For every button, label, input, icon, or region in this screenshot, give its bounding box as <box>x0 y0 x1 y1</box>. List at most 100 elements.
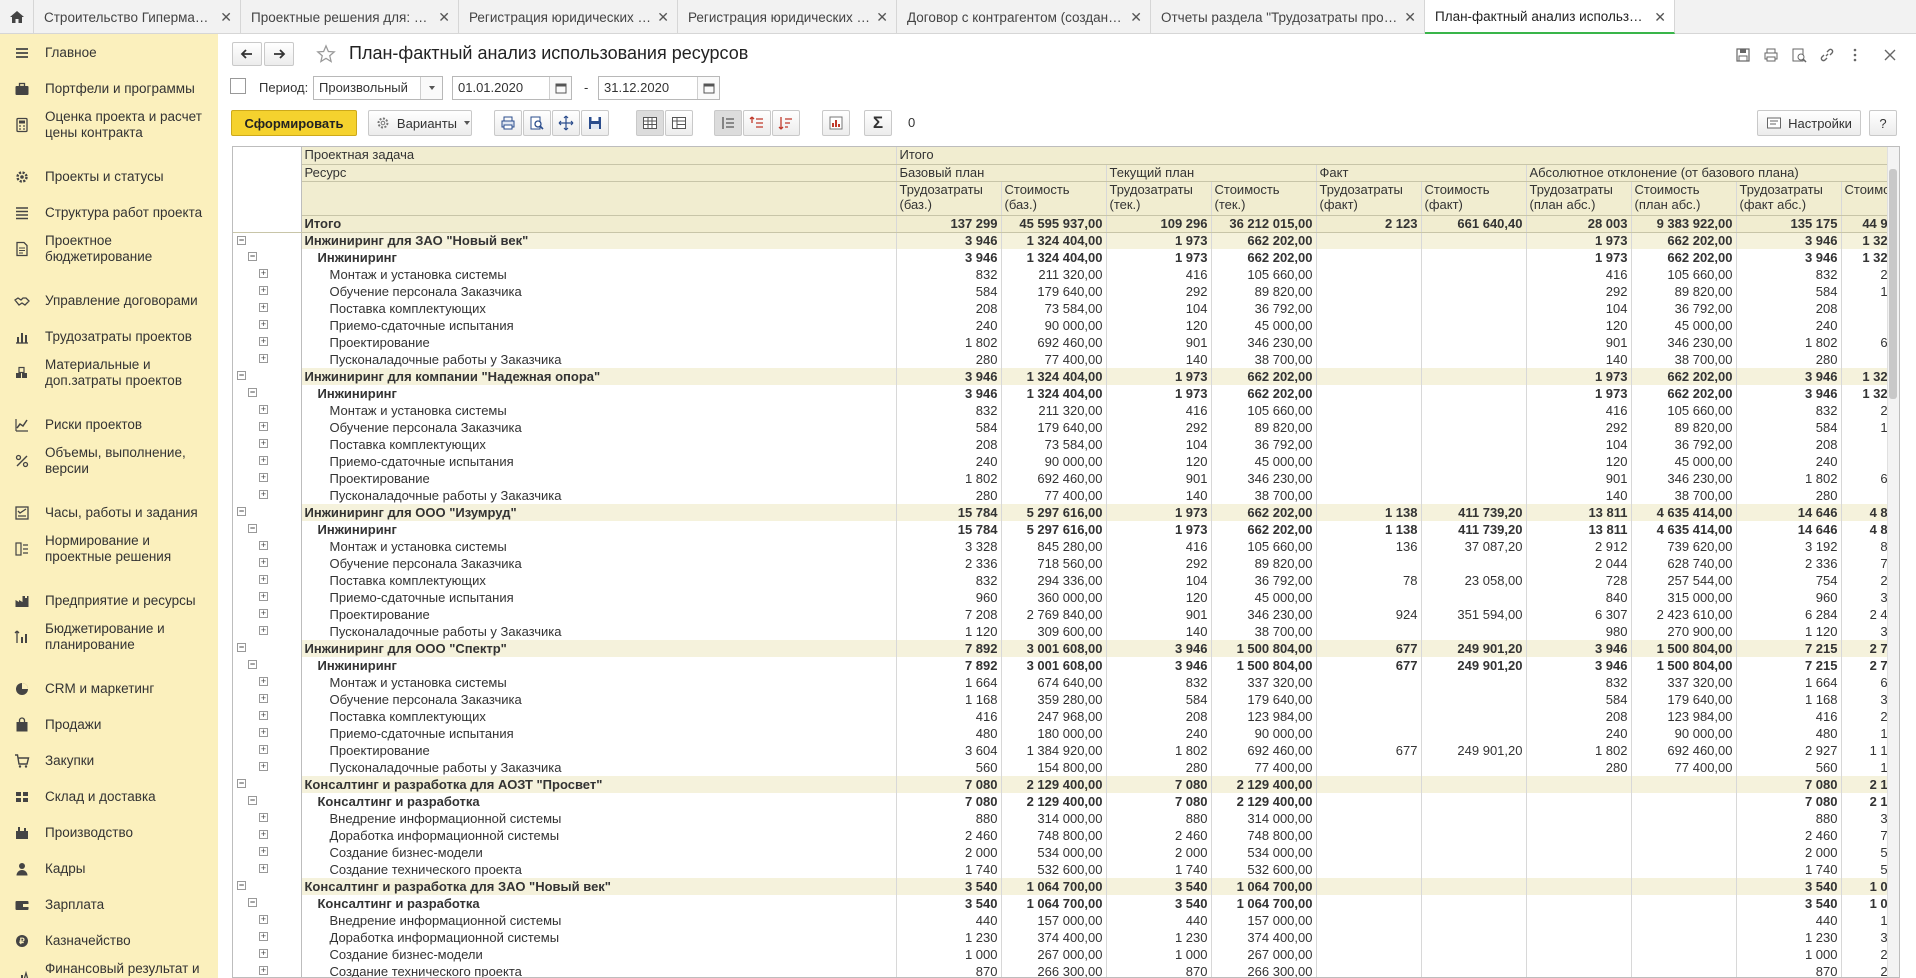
sidebar-item-3[interactable]: Проекты и статусы <box>0 165 218 189</box>
sidebar-item-5[interactable]: Проектное бюджетирование <box>0 231 218 267</box>
tab-contract-create[interactable]: Договор с контрагентом (создание) * ✕ <box>897 0 1151 34</box>
table-row[interactable]: + Доработка информационной системы 1 230 37… <box>233 929 1892 946</box>
expand-icon[interactable]: + <box>259 677 268 686</box>
tab-project[interactable]: Строительство Гипермаркета (Проект) ✕ <box>34 0 241 34</box>
sidebar-item-12[interactable]: Нормирование и проектные решения <box>0 531 218 567</box>
calendar-icon[interactable] <box>549 77 571 99</box>
sort-button[interactable] <box>772 110 800 136</box>
expand-icon[interactable]: + <box>259 490 268 499</box>
scrollbar-thumb[interactable] <box>1889 169 1897 399</box>
variants-button[interactable]: Варианты <box>368 110 472 136</box>
table-row[interactable]: − Консалтинг и разработка для ЗАО "Новый … <box>233 878 1892 895</box>
expand-icon[interactable]: + <box>259 728 268 737</box>
sidebar-item-16[interactable]: Продажи <box>0 713 218 737</box>
table-row[interactable]: + Доработка информационной системы 2 460 74… <box>233 827 1892 844</box>
table-row[interactable]: − Инжиниринг для ООО "Спектр" 7 892 3 001 6… <box>233 640 1892 657</box>
table-row[interactable]: − Инжиниринг для компании "Надежная опора… <box>233 368 1892 385</box>
collapse-icon[interactable]: − <box>248 898 257 907</box>
table-row[interactable]: + Создание бизнес-модели 1 000 267 000,00 1 … <box>233 946 1892 963</box>
table-row[interactable]: − Инжиниринг 7 892 3 001 608,00 3 946 1 500 8… <box>233 657 1892 674</box>
expand-icon[interactable]: + <box>259 405 268 414</box>
close-icon[interactable] <box>1878 43 1902 67</box>
table-row[interactable]: + Приемо-сдаточные испытания 960 360 000,00… <box>233 589 1892 606</box>
settings-button[interactable]: Настройки <box>1757 110 1861 136</box>
expand-icon[interactable]: + <box>259 592 268 601</box>
table-row[interactable]: + Приемо-сдаточные испытания 480 180 000,00… <box>233 725 1892 742</box>
sidebar-item-17[interactable]: Закупки <box>0 749 218 773</box>
close-icon[interactable]: ✕ <box>657 9 669 26</box>
expand-icon[interactable]: + <box>259 473 268 482</box>
close-icon[interactable]: ✕ <box>1404 9 1416 26</box>
forward-button[interactable] <box>264 42 294 66</box>
table-row[interactable]: + Приемо-сдаточные испытания 240 90 000,00 1… <box>233 317 1892 334</box>
table-row[interactable]: + Проектирование 1 802 692 460,00 901 346 230… <box>233 470 1892 487</box>
collapse-icon[interactable]: − <box>237 881 246 890</box>
collapse-icon[interactable]: − <box>248 524 257 533</box>
save-icon[interactable] <box>1731 43 1755 67</box>
table-row[interactable]: + Создание технического проекта 870 266 300… <box>233 963 1892 977</box>
find-button[interactable] <box>523 110 551 136</box>
collapse-icon[interactable]: − <box>248 796 257 805</box>
sidebar-item-13[interactable]: Предприятие и ресурсы <box>0 589 218 613</box>
expand-icon[interactable]: + <box>259 422 268 431</box>
sidebar-item-21[interactable]: Зарплата <box>0 893 218 917</box>
sidebar-item-11[interactable]: Часы, работы и задания <box>0 501 218 525</box>
table-row[interactable]: − Инжиниринг для ЗАО "Новый век" 3 946 1 32… <box>233 232 1892 249</box>
sidebar-item-10[interactable]: Объемы, выполнение, версии <box>0 443 218 479</box>
expand-button[interactable] <box>714 110 742 136</box>
expand-icon[interactable]: + <box>259 813 268 822</box>
sidebar-item-23[interactable]: Финансовый результат и контроллинг <box>0 959 218 978</box>
expand-icon[interactable]: + <box>259 541 268 550</box>
tab-plan-fact[interactable]: План-фактный анализ использования ресурс… <box>1425 0 1675 34</box>
expand-icon[interactable]: + <box>259 626 268 635</box>
collapse-icon[interactable]: − <box>237 371 246 380</box>
table-row[interactable]: − Консалтинг и разработка 3 540 1 064 700,0… <box>233 895 1892 912</box>
sidebar-item-8[interactable]: Материальные и доп.затраты проектов <box>0 355 218 391</box>
table-row[interactable]: + Обучение персонала Заказчика 1 168 359 28… <box>233 691 1892 708</box>
tab-project-solutions[interactable]: Проектные решения для: Строительство Гип… <box>241 0 459 34</box>
sidebar-item-22[interactable]: ₽ Казначейство <box>0 929 218 953</box>
expand-icon[interactable]: + <box>259 558 268 567</box>
sidebar-item-18[interactable]: Склад и доставка <box>0 785 218 809</box>
collapse-icon[interactable]: − <box>248 252 257 261</box>
table-row[interactable]: + Создание бизнес-модели 2 000 534 000,00 2 … <box>233 844 1892 861</box>
expand-icon[interactable]: + <box>259 320 268 329</box>
period-from-input[interactable]: 01.01.2020 <box>452 76 572 100</box>
table-row[interactable]: + Внедрение информационной системы 880 314 … <box>233 810 1892 827</box>
help-button[interactable]: ? <box>1869 110 1897 136</box>
list-view-button[interactable] <box>665 110 693 136</box>
collapse-icon[interactable]: − <box>237 235 246 245</box>
move-button[interactable] <box>552 110 580 136</box>
collapse-icon[interactable]: − <box>248 660 257 669</box>
table-row[interactable]: − Инжиниринг 3 946 1 324 404,00 1 973 662 202… <box>233 385 1892 402</box>
table-row[interactable]: − Инжиниринг для ООО "Изумруд" 15 784 5 297… <box>233 504 1892 521</box>
sidebar-item-6[interactable]: Управление договорами <box>0 289 218 313</box>
period-checkbox[interactable] <box>230 78 246 94</box>
sum-button[interactable]: Σ <box>864 110 892 136</box>
collapse-icon[interactable]: − <box>248 388 257 397</box>
table-row[interactable]: + Обучение персонала Заказчика 584 179 640,… <box>233 419 1892 436</box>
sidebar-item-14[interactable]: Бюджетирование и планирование <box>0 619 218 655</box>
close-icon[interactable]: ✕ <box>1654 9 1666 26</box>
print-button[interactable] <box>494 110 522 136</box>
star-icon[interactable] <box>314 42 338 66</box>
table-row[interactable]: + Поставка комплектующих 832 294 336,00 104 3… <box>233 572 1892 589</box>
grid-view-button[interactable] <box>636 110 664 136</box>
table-row[interactable]: + Проектирование 1 802 692 460,00 901 346 230… <box>233 334 1892 351</box>
link-icon[interactable] <box>1815 43 1839 67</box>
table-row[interactable]: + Внедрение информационной системы 440 157 … <box>233 912 1892 929</box>
table-row[interactable]: + Пусконаладочные работы у Заказчика 560 15… <box>233 759 1892 776</box>
close-icon[interactable]: ✕ <box>1130 9 1142 26</box>
table-row[interactable]: + Пусконаладочные работы у Заказчика 280 77… <box>233 351 1892 368</box>
expand-icon[interactable]: + <box>259 745 268 754</box>
tab-contract-registration-2[interactable]: Регистрация юридических условий договора… <box>678 0 897 34</box>
sidebar-item-20[interactable]: Кадры <box>0 857 218 881</box>
expand-icon[interactable]: + <box>259 609 268 618</box>
expand-icon[interactable]: + <box>259 456 268 465</box>
table-row[interactable]: + Монтаж и установка системы 832 211 320,00… <box>233 266 1892 283</box>
vertical-scrollbar[interactable] <box>1887 147 1899 977</box>
period-type-select[interactable]: Произвольный <box>313 76 443 100</box>
expand-icon[interactable]: + <box>259 932 268 941</box>
expand-icon[interactable]: + <box>259 269 268 278</box>
close-icon[interactable]: ✕ <box>220 9 232 26</box>
